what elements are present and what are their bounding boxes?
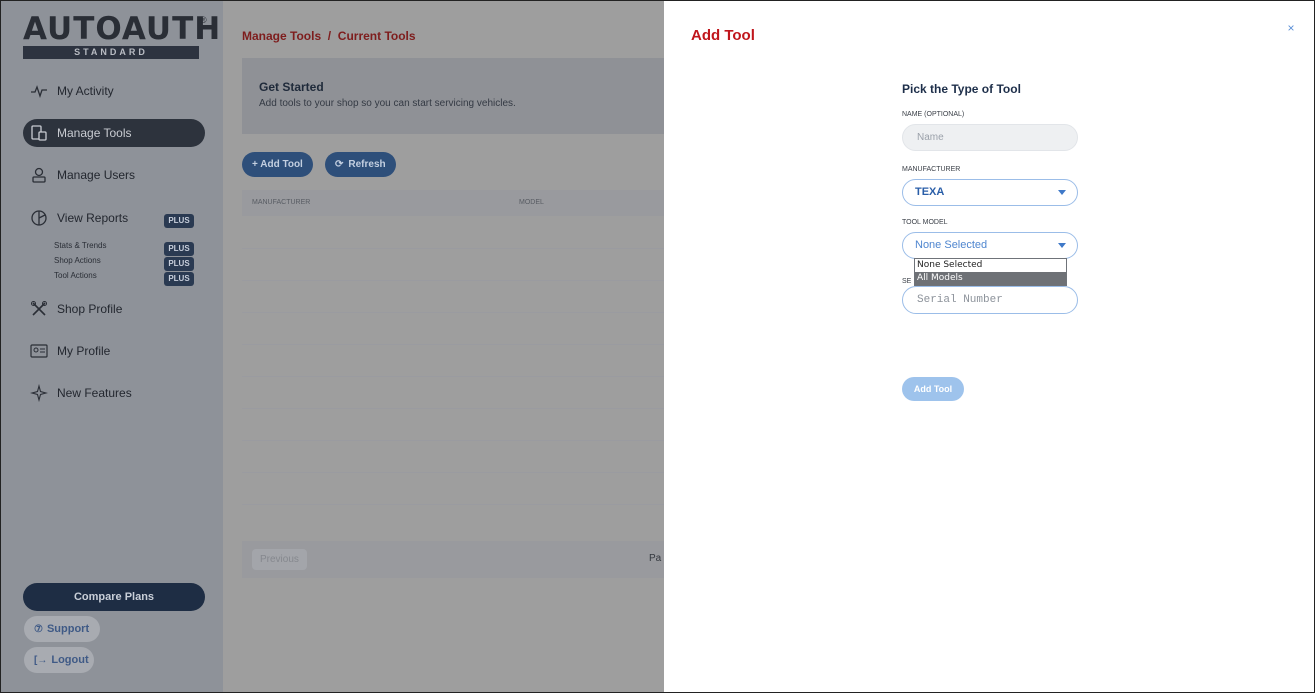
pagination-bar: Previous Pa — [242, 541, 664, 578]
sidebar-subitem-shop-actions[interactable]: Shop Actions — [54, 256, 101, 265]
refresh-icon: ⟳ — [335, 159, 344, 170]
sidebar-item-label: New Features — [57, 386, 132, 400]
sidebar-item-my-profile[interactable]: My Profile — [23, 337, 205, 365]
reports-icon — [29, 208, 49, 228]
support-label: Support — [46, 623, 90, 635]
get-started-title: Get Started — [259, 80, 324, 94]
modal-title: Add Tool — [691, 27, 755, 44]
name-label: NAME (OPTIONAL) — [902, 111, 965, 118]
manufacturer-select[interactable]: TEXA — [902, 179, 1078, 206]
column-header-manufacturer: MANUFACTURER — [252, 199, 311, 206]
chevron-down-icon — [1058, 190, 1066, 195]
activity-icon — [29, 81, 49, 101]
table-row-divider — [242, 280, 664, 281]
refresh-button[interactable]: ⟳ Refresh — [325, 152, 396, 177]
chevron-down-icon — [1058, 243, 1066, 248]
tool-model-value: None Selected — [915, 239, 988, 251]
plus-badge: PLUS — [164, 272, 194, 286]
table-row-divider — [242, 472, 664, 473]
dropdown-option-none-selected[interactable]: None Selected — [915, 259, 1066, 272]
manufacturer-label: MANUFACTURER — [902, 166, 961, 173]
manufacturer-value: TEXA — [915, 186, 945, 198]
sidebar-item-manage-users[interactable]: Manage Users — [23, 161, 205, 189]
column-header-model: MODEL — [519, 199, 544, 206]
table-row-divider — [242, 248, 664, 249]
profile-icon — [29, 341, 49, 361]
close-icon[interactable]: × — [1284, 21, 1298, 35]
serial-number-input[interactable]: Serial Number — [902, 286, 1078, 314]
get-started-panel: Get Started Add tools to your shop so yo… — [242, 58, 664, 134]
add-tool-modal: Add Tool × Pick the Type of Tool NAME (O… — [664, 1, 1314, 692]
help-circle-icon: ⑦ — [34, 623, 43, 635]
sidebar-item-label: Manage Users — [57, 168, 136, 182]
table-row-divider — [242, 344, 664, 345]
plus-badge: PLUS — [164, 214, 194, 228]
sidebar-item-label: View Reports — [57, 211, 129, 225]
name-input[interactable]: Name — [902, 124, 1078, 151]
add-tool-submit-button[interactable]: Add Tool — [902, 377, 964, 401]
tool-model-dropdown-list: None Selected All Models — [914, 258, 1067, 286]
sidebar-item-label: Shop Profile — [57, 302, 123, 316]
sidebar-item-label: Manage Tools — [57, 126, 132, 140]
sparkle-icon — [29, 383, 49, 403]
logo-registered-mark: ® — [200, 15, 207, 25]
table-row-divider — [242, 440, 664, 441]
add-tool-button[interactable]: + Add Tool — [242, 152, 313, 177]
sidebar: AUTOAUTH STANDARD ® My Activity Manage T… — [1, 1, 223, 692]
sidebar-item-label: My Activity — [57, 84, 114, 98]
logo-tier: STANDARD — [23, 46, 199, 59]
sidebar-item-label: My Profile — [57, 344, 111, 358]
autoauth-logo: AUTOAUTH STANDARD ® — [23, 11, 222, 59]
support-button[interactable]: ⑦ Support — [24, 616, 100, 642]
table-row-divider — [242, 376, 664, 377]
plus-badge: PLUS — [164, 257, 194, 271]
compare-plans-button[interactable]: Compare Plans — [23, 583, 205, 611]
plus-badge: PLUS — [164, 242, 194, 256]
serial-number-label: SE — [902, 278, 912, 285]
app-window: AUTOAUTH STANDARD ® My Activity Manage T… — [0, 0, 1315, 693]
sidebar-item-manage-tools[interactable]: Manage Tools — [23, 119, 205, 147]
users-icon — [29, 165, 49, 185]
sidebar-item-my-activity[interactable]: My Activity — [23, 77, 205, 105]
sidebar-item-shop-profile[interactable]: Shop Profile — [23, 295, 205, 323]
logout-label: Logout — [51, 654, 89, 666]
logout-icon: [→ — [34, 654, 48, 666]
sidebar-subitem-tool-actions[interactable]: Tool Actions — [54, 271, 97, 280]
table-row-divider — [242, 312, 664, 313]
breadcrumb: Manage Tools / Current Tools — [242, 29, 416, 43]
page-label: Pa — [649, 553, 662, 564]
table-row-divider — [242, 408, 664, 409]
sidebar-item-new-features[interactable]: New Features — [23, 379, 205, 407]
sidebar-subitem-stats-trends[interactable]: Stats & Trends — [54, 241, 106, 250]
shop-icon — [29, 299, 49, 319]
form-title: Pick the Type of Tool — [902, 82, 1021, 96]
table-row-divider — [242, 504, 664, 505]
tool-model-select[interactable]: None Selected — [902, 232, 1078, 259]
tool-model-label: TOOL MODEL — [902, 219, 948, 226]
tools-table-header: MANUFACTURER MODEL — [242, 190, 664, 216]
logo-text: AUTOAUTH — [23, 11, 222, 47]
tools-icon — [29, 123, 49, 143]
main-content: Manage Tools / Current Tools Get Started… — [223, 1, 664, 692]
get-started-description: Add tools to your shop so you can start … — [259, 98, 516, 109]
refresh-label: Refresh — [348, 159, 386, 170]
previous-page-button[interactable]: Previous — [252, 549, 307, 570]
logout-button[interactable]: [→ Logout — [24, 647, 94, 673]
dropdown-option-all-models[interactable]: All Models — [915, 272, 1066, 285]
